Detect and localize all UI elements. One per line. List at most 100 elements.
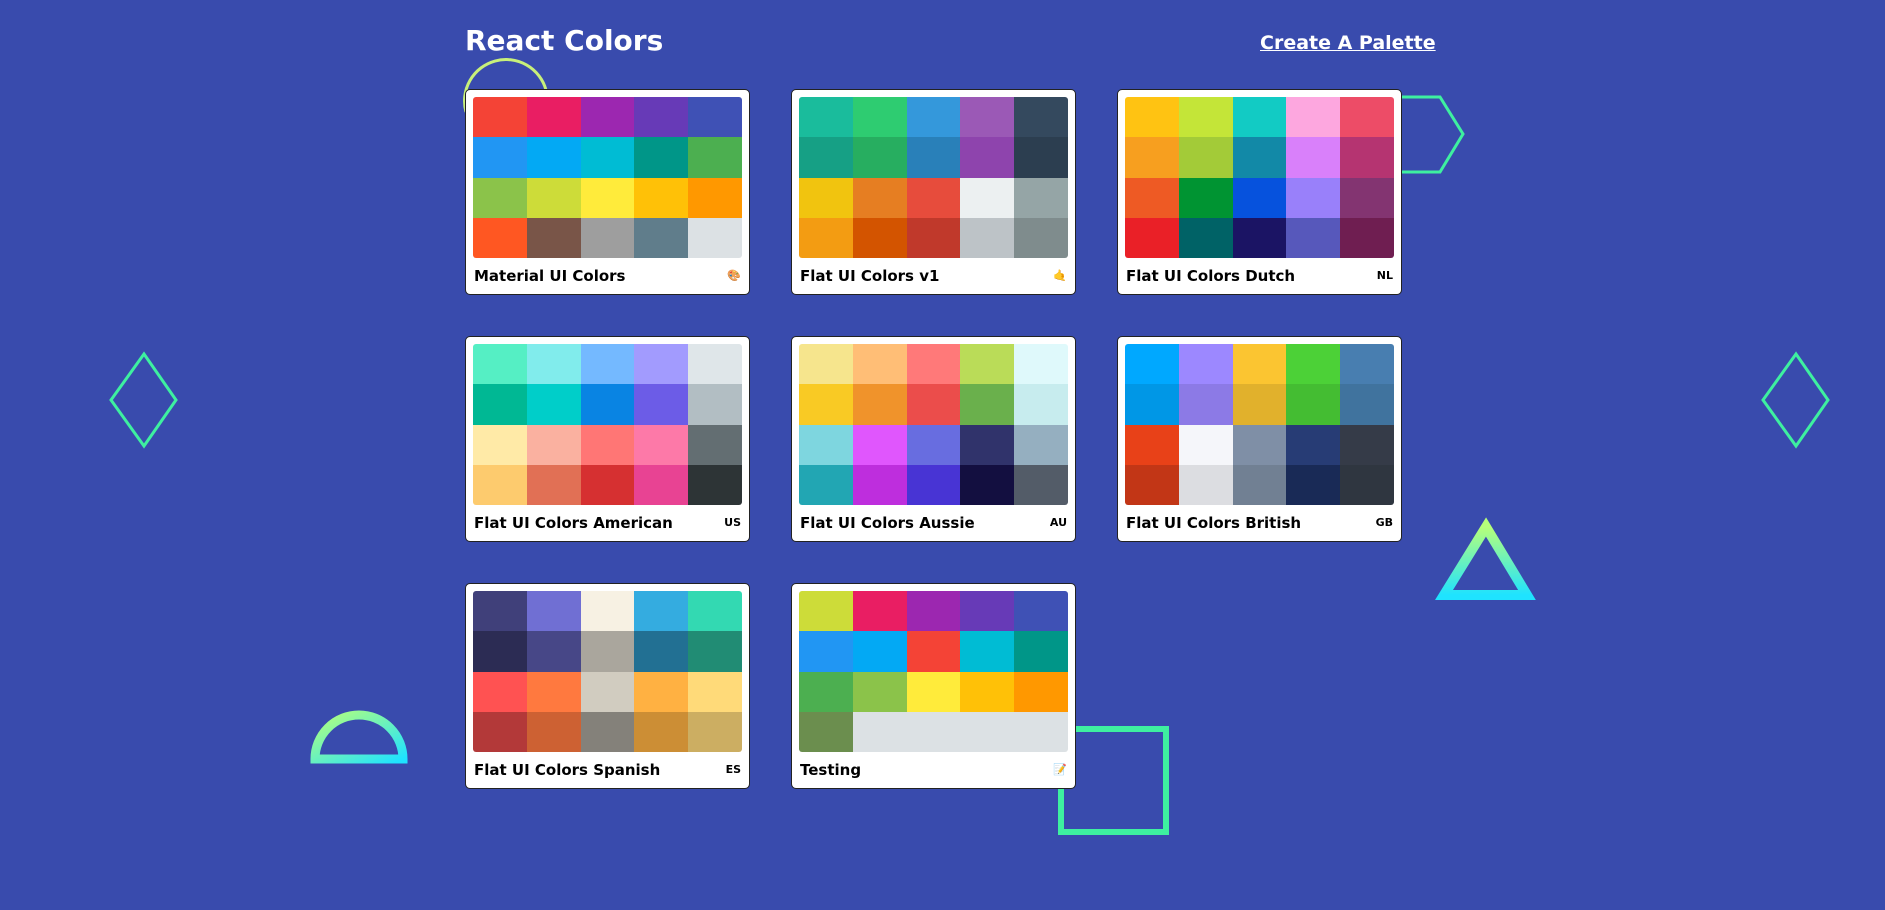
color-swatch xyxy=(1014,384,1068,425)
color-swatch xyxy=(852,344,907,385)
color-swatch xyxy=(852,177,907,218)
color-swatch xyxy=(1178,97,1233,138)
color-swatch xyxy=(852,137,907,178)
color-swatch xyxy=(799,384,853,425)
color-swatch xyxy=(1014,671,1068,712)
color-swatch xyxy=(1286,424,1341,465)
color-swatch xyxy=(580,344,635,385)
color-swatch xyxy=(473,137,527,178)
palette-card[interactable]: Flat UI Colors v1 🤙 xyxy=(791,89,1076,295)
color-swatch xyxy=(852,711,907,752)
color-swatch xyxy=(1232,97,1287,138)
color-swatch xyxy=(634,97,689,138)
palette-card[interactable]: Flat UI Colors Dutch NL xyxy=(1117,89,1402,295)
palette-swatches xyxy=(473,591,742,752)
palette-card-footer: Material UI Colors 🎨 xyxy=(473,258,742,293)
color-swatch xyxy=(526,177,581,218)
color-swatch xyxy=(526,137,581,178)
color-swatch xyxy=(634,631,689,672)
hexagon-shape xyxy=(1402,95,1465,174)
color-swatch xyxy=(1014,344,1068,385)
color-swatch xyxy=(906,384,961,425)
color-swatch xyxy=(906,711,961,752)
color-swatch xyxy=(960,137,1015,178)
color-swatch xyxy=(1286,384,1341,425)
color-swatch xyxy=(1178,217,1233,258)
color-swatch xyxy=(852,464,907,505)
page-title: React Colors xyxy=(465,24,664,57)
palette-swatches xyxy=(473,344,742,505)
palette-swatches xyxy=(799,344,1068,505)
color-swatch xyxy=(799,217,853,258)
palette-card[interactable]: Material UI Colors 🎨 xyxy=(465,89,750,295)
create-palette-link[interactable]: Create A Palette xyxy=(1260,32,1436,54)
color-swatch xyxy=(1014,217,1068,258)
palette-emoji: GB xyxy=(1375,516,1393,529)
color-swatch xyxy=(1125,97,1179,138)
palette-emoji: 🤙 xyxy=(1053,269,1067,282)
color-swatch xyxy=(960,671,1015,712)
color-swatch xyxy=(526,424,581,465)
palette-name: Material UI Colors xyxy=(474,266,626,285)
palette-card[interactable]: Flat UI Colors American US xyxy=(465,336,750,542)
color-swatch xyxy=(1340,424,1394,465)
color-swatch xyxy=(688,671,742,712)
palette-card[interactable]: Flat UI Colors Aussie AU xyxy=(791,336,1076,542)
color-swatch xyxy=(906,631,961,672)
palette-card[interactable]: Flat UI Colors Spanish ES xyxy=(465,583,750,789)
color-swatch xyxy=(526,631,581,672)
color-swatch xyxy=(906,424,961,465)
color-swatch xyxy=(688,424,742,465)
color-swatch xyxy=(473,97,527,138)
color-swatch xyxy=(906,97,961,138)
color-swatch xyxy=(799,344,853,385)
color-swatch xyxy=(906,344,961,385)
palette-card[interactable]: Flat UI Colors British GB xyxy=(1117,336,1402,542)
color-swatch xyxy=(906,464,961,505)
palette-card[interactable]: Testing 📝 xyxy=(791,583,1076,789)
palette-emoji: 🎨 xyxy=(727,269,741,282)
color-swatch xyxy=(960,591,1015,632)
color-swatch xyxy=(688,344,742,385)
color-swatch xyxy=(1178,137,1233,178)
color-swatch xyxy=(799,177,853,218)
color-swatch xyxy=(1178,344,1233,385)
color-swatch xyxy=(1178,424,1233,465)
color-swatch xyxy=(1340,344,1394,385)
color-swatch xyxy=(634,384,689,425)
page-root: React Colors Create A Palette Material U… xyxy=(0,0,1885,910)
color-swatch xyxy=(799,97,853,138)
color-swatch xyxy=(580,591,635,632)
color-swatch xyxy=(906,177,961,218)
color-swatch xyxy=(1014,137,1068,178)
color-swatch xyxy=(1178,177,1233,218)
color-swatch xyxy=(1232,177,1287,218)
color-swatch xyxy=(852,97,907,138)
color-swatch xyxy=(960,711,1015,752)
color-swatch xyxy=(634,464,689,505)
color-swatch xyxy=(960,424,1015,465)
palette-name: Flat UI Colors Aussie xyxy=(800,513,975,532)
color-swatch xyxy=(634,137,689,178)
color-swatch xyxy=(1014,97,1068,138)
palette-swatches xyxy=(473,97,742,258)
color-swatch xyxy=(1014,424,1068,465)
color-swatch xyxy=(473,464,527,505)
palette-emoji: NL xyxy=(1376,269,1393,282)
color-swatch xyxy=(473,384,527,425)
color-swatch xyxy=(1286,344,1341,385)
color-swatch xyxy=(526,591,581,632)
palette-grid: Material UI Colors 🎨 Flat UI Colors v1 🤙… xyxy=(465,89,1405,789)
color-swatch xyxy=(473,711,527,752)
color-swatch xyxy=(526,97,581,138)
color-swatch xyxy=(799,631,853,672)
color-swatch xyxy=(799,464,853,505)
color-swatch xyxy=(1286,137,1341,178)
color-swatch xyxy=(906,671,961,712)
palette-name: Testing xyxy=(800,760,862,779)
color-swatch xyxy=(473,631,527,672)
color-swatch xyxy=(473,217,527,258)
color-swatch xyxy=(526,671,581,712)
color-swatch xyxy=(688,384,742,425)
color-swatch xyxy=(852,671,907,712)
